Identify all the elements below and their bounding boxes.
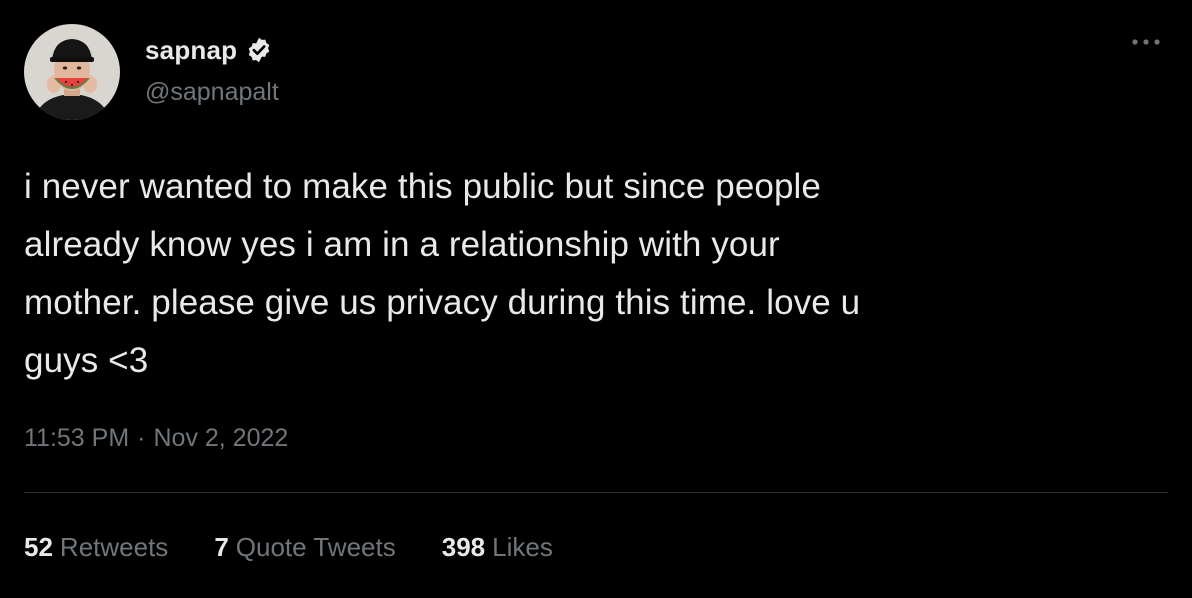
retweets-stat[interactable]: 52 Retweets [24, 532, 168, 563]
likes-label: Likes [492, 532, 553, 562]
tweet-card: sapnap @sapnapalt i never wanted to make… [0, 0, 1192, 598]
retweets-label: Retweets [59, 532, 169, 562]
author-name-row: sapnap [145, 30, 279, 70]
divider [24, 492, 1168, 493]
likes-stat[interactable]: 398 Likes [442, 532, 553, 563]
quote-tweets-stat[interactable]: 7 Quote Tweets [214, 532, 395, 563]
retweets-count: 52 [24, 532, 53, 562]
quotes-count: 7 [214, 532, 229, 562]
avatar-image [24, 24, 120, 120]
likes-count: 398 [441, 532, 486, 562]
quotes-label: Quote Tweets [235, 532, 396, 562]
tweet-time[interactable]: 11:53 PM [24, 424, 129, 453]
meta-separator: · [137, 424, 146, 452]
tweet-text: i never wanted to make this public but s… [24, 167, 861, 380]
tweet-date[interactable]: Nov 2, 2022 [153, 424, 288, 453]
engagement-stats: 52 Retweets 7 Quote Tweets 398 Likes [24, 532, 599, 563]
author-block: sapnap @sapnapalt [145, 30, 279, 107]
author-handle[interactable]: @sapnapalt [145, 78, 279, 107]
more-options-icon[interactable] [1126, 30, 1166, 54]
tweet-timestamp: 11:53 PM · Nov 2, 2022 [24, 424, 288, 453]
author-display-name[interactable]: sapnap [145, 35, 237, 66]
avatar[interactable] [24, 24, 120, 120]
verified-badge-icon [245, 36, 273, 64]
